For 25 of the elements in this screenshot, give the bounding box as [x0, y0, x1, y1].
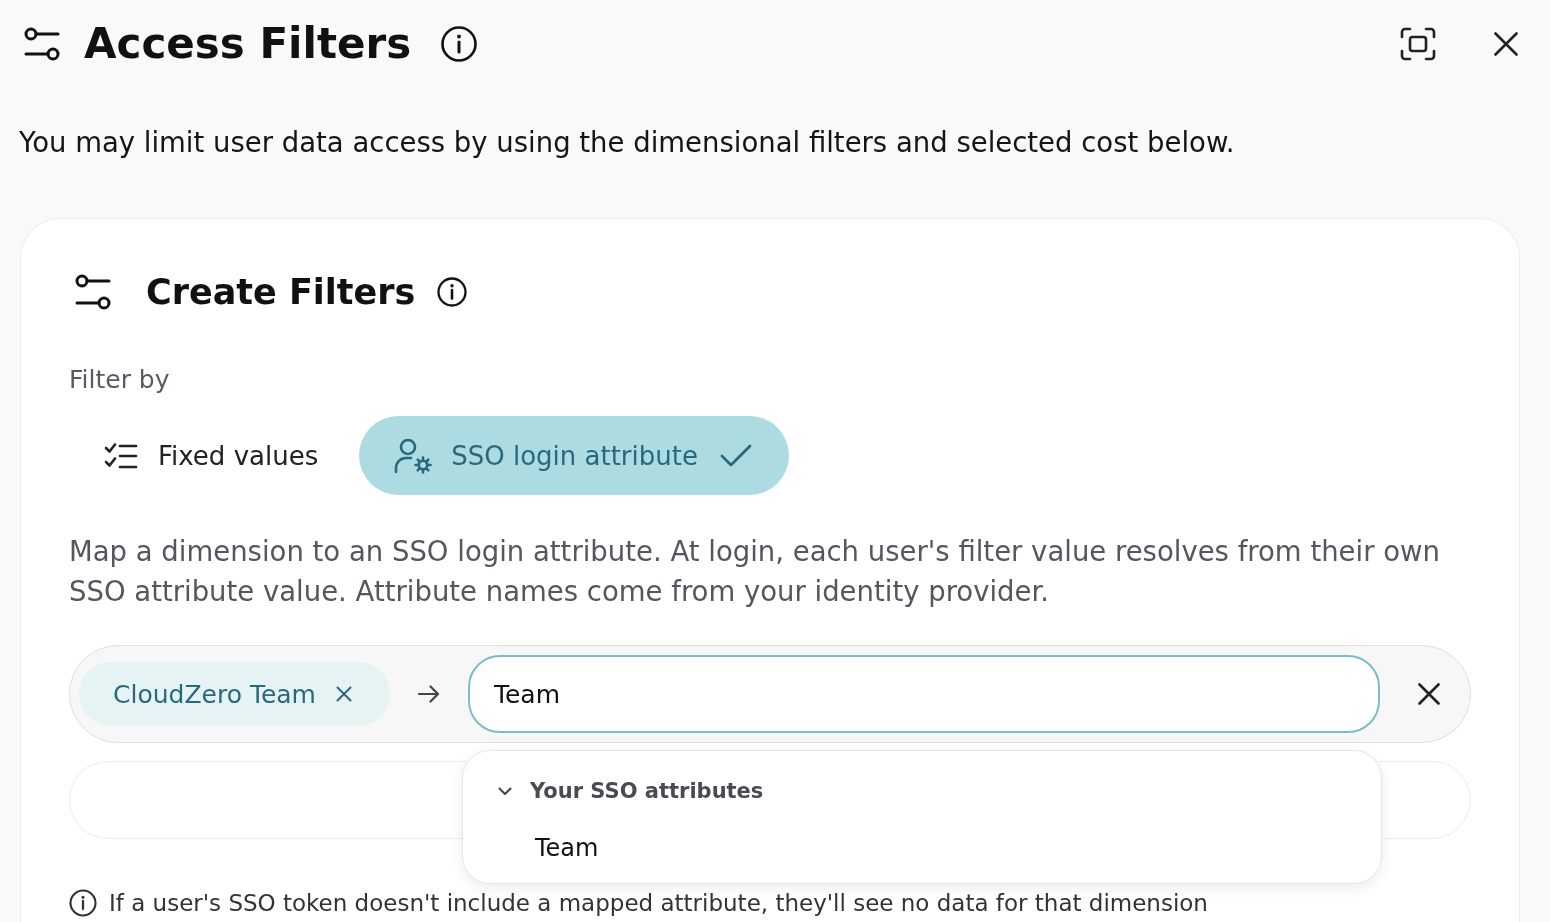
- group-header[interactable]: Your SSO attributes: [463, 771, 764, 811]
- close-icon[interactable]: [1418, 683, 1440, 705]
- checklist-icon: [104, 441, 138, 470]
- fullscreen-icon[interactable]: [1400, 27, 1436, 61]
- info-icon: [69, 889, 97, 917]
- info-icon: [441, 26, 478, 62]
- note-text: If a user's SSO token doesn't include a mapped attribute, they'll see no data for that dimension: [109, 889, 1208, 917]
- filter-by-label: Filter by: [69, 364, 170, 396]
- check-icon: [719, 443, 752, 468]
- info-icon: [437, 277, 468, 307]
- filter-mode-button[interactable]: SSO login attribute: [359, 416, 789, 495]
- user-gear-icon: [394, 437, 433, 474]
- filter-mode-button[interactable]: Fixed values: [69, 416, 339, 495]
- close-icon[interactable]: [1494, 32, 1518, 56]
- section-title: Create Filters: [146, 271, 416, 314]
- sliders-icon: [75, 274, 111, 310]
- attribute-input[interactable]: Team: [467, 655, 1380, 733]
- remove-icon[interactable]: [335, 686, 352, 702]
- page-description: You may limit user data access by using the dimensional filters and selected cost below.: [19, 125, 1235, 160]
- page-title: Access Filters: [84, 19, 412, 69]
- dropdown-option[interactable]: Team: [535, 830, 599, 866]
- mapping-description: Map a dimension to an SSO login attribute. At login, each user's filter value resolves from their own SSO attribute value. Attribute names come from your identity provider.: [69, 534, 1441, 609]
- sliders-icon: [24, 27, 60, 61]
- dimension-tag[interactable]: CloudZero Team: [79, 662, 390, 726]
- arrow-right-icon: [417, 685, 440, 703]
